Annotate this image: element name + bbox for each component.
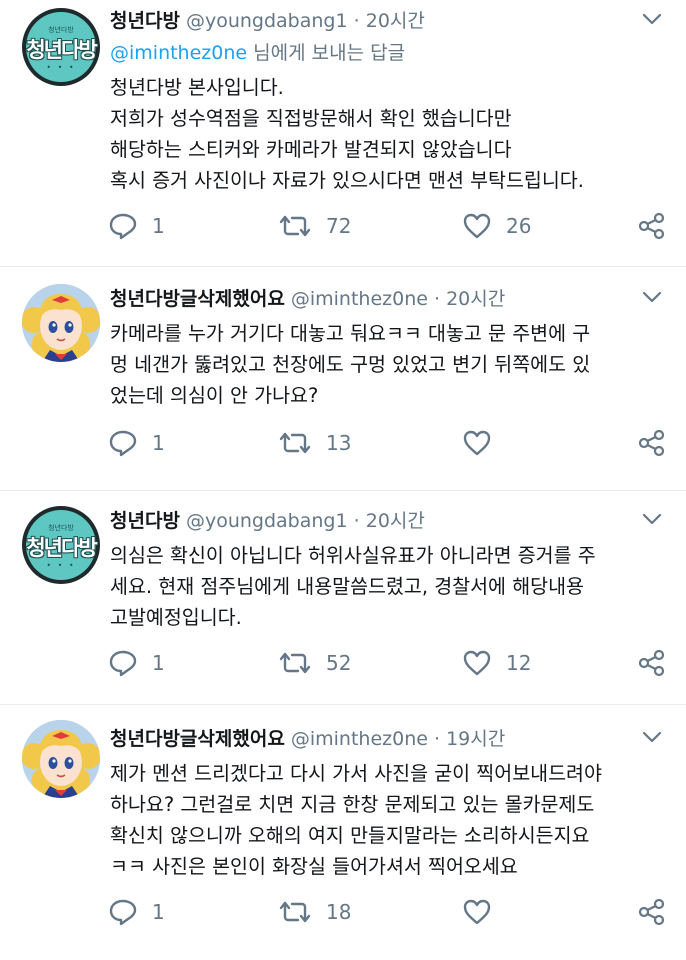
like-button[interactable] — [462, 897, 506, 927]
tweet: 청년다방 청년다방 • • • 청년다방 @youngdabang1 · 20시… — [0, 0, 686, 262]
tweet-header: 청년다방글삭제했어요 @iminthez0ne · 20시간 — [110, 284, 670, 314]
share-button[interactable] — [638, 897, 666, 927]
share-button[interactable] — [638, 211, 666, 241]
retweet-icon — [279, 901, 311, 923]
chevron-down-icon[interactable] — [642, 290, 662, 304]
retweet-button[interactable]: 18 — [278, 897, 351, 927]
like-button[interactable]: 12 — [462, 648, 531, 678]
avatar-inner: 청년다방 청년다방 • • • — [26, 12, 98, 82]
cafe-logo-avatar[interactable]: 청년다방 청년다방 • • • — [22, 8, 100, 86]
display-name[interactable]: 청년다방 — [110, 510, 180, 532]
retweet-count: 72 — [326, 214, 352, 238]
tweet-time[interactable]: 20시간 — [366, 510, 425, 532]
separator-dot: · — [434, 728, 441, 750]
tweet-time[interactable]: 20시간 — [446, 288, 505, 310]
user-handle[interactable]: @iminthez0ne — [291, 728, 428, 750]
cafe-logo-avatar[interactable]: 청년다방 청년다방 • • • — [22, 506, 100, 584]
chevron-down-icon[interactable] — [642, 730, 662, 744]
reply-to-mention[interactable]: @iminthez0ne — [110, 42, 247, 64]
tweet-actions: 1 18 — [108, 897, 670, 927]
avatar-logo-text: 청년다방 — [26, 38, 97, 62]
reply-count: 1 — [152, 214, 165, 238]
chevron-down-icon[interactable] — [642, 12, 662, 26]
reply-icon — [109, 650, 137, 677]
user-handle[interactable]: @iminthez0ne — [291, 288, 428, 310]
share-button[interactable] — [638, 428, 666, 458]
tweet: 청년다방글삭제했어요 @iminthez0ne · 20시간 카메라를 누가 거… — [0, 276, 686, 486]
avatar-dots: • • • — [46, 561, 76, 570]
share-icon — [638, 898, 665, 926]
tweet-actions: 1 52 12 — [108, 648, 670, 678]
reply-count: 1 — [152, 651, 165, 675]
like-icon — [463, 650, 491, 676]
like-icon — [463, 213, 491, 239]
reply-button[interactable]: 1 — [108, 648, 165, 678]
display-name[interactable]: 청년다방글삭제했어요 — [110, 288, 285, 310]
tweet-header: 청년다방 @youngdabang1 · 20시간 — [110, 6, 670, 36]
separator-dot: · — [353, 10, 360, 32]
share-icon — [638, 212, 665, 240]
like-count: 26 — [506, 214, 532, 238]
replying-to: @iminthez0ne 님에게 보내는 답글 — [110, 38, 405, 68]
like-count: 12 — [506, 651, 532, 675]
tweet-divider — [0, 704, 686, 705]
tweet-actions: 1 72 26 — [108, 211, 670, 241]
sailor-moon-icon — [22, 720, 100, 798]
retweet-button[interactable]: 52 — [278, 648, 351, 678]
tweet-time[interactable]: 20시간 — [366, 10, 425, 32]
tweet-time[interactable]: 19시간 — [446, 728, 505, 750]
reply-button[interactable]: 1 — [108, 428, 165, 458]
sailor-moon-avatar[interactable] — [22, 284, 100, 362]
user-handle[interactable]: @youngdabang1 — [186, 10, 348, 32]
share-icon — [638, 429, 665, 457]
avatar-inner: 청년다방 청년다방 • • • — [26, 510, 98, 580]
chevron-down-icon[interactable] — [642, 512, 662, 526]
retweet-button[interactable]: 72 — [278, 211, 351, 241]
reply-icon — [109, 213, 137, 240]
share-button[interactable] — [638, 648, 666, 678]
tweet-body: 의심은 확신이 아닙니다 허위사실유표가 아니라면 증거를 주 세요. 현재 점… — [110, 544, 596, 629]
like-button[interactable]: 26 — [462, 211, 531, 241]
separator-dot: · — [434, 288, 441, 310]
display-name[interactable]: 청년다방 — [110, 10, 180, 32]
tweet-body: 카메라를 누가 거기다 대놓고 둬요ㅋㅋ 대놓고 문 주변에 구 멍 네갠가 뚫… — [110, 322, 591, 407]
reply-count: 1 — [152, 431, 165, 455]
tweet-body: 청년다방 본사입니다. 저희가 성수역점을 직접방문해서 확인 했습니다만 해당… — [110, 76, 584, 192]
retweet-count: 18 — [326, 900, 352, 924]
sailor-moon-avatar[interactable] — [22, 720, 100, 798]
reply-icon — [109, 899, 137, 926]
tweet-divider — [0, 490, 686, 491]
retweet-count: 52 — [326, 651, 352, 675]
retweet-icon — [279, 432, 311, 454]
reply-to-suffix: 님에게 보내는 답글 — [253, 42, 406, 64]
reply-icon — [109, 430, 137, 457]
tweet-header: 청년다방 @youngdabang1 · 20시간 — [110, 506, 670, 536]
retweet-icon — [279, 215, 311, 237]
tweet-header: 청년다방글삭제했어요 @iminthez0ne · 19시간 — [110, 724, 670, 754]
user-handle[interactable]: @youngdabang1 — [186, 510, 348, 532]
sailor-moon-icon — [22, 284, 100, 362]
separator-dot: · — [353, 510, 360, 532]
retweet-count: 13 — [326, 431, 352, 455]
retweet-button[interactable]: 13 — [278, 428, 351, 458]
reply-button[interactable]: 1 — [108, 211, 165, 241]
like-button[interactable] — [462, 428, 506, 458]
tweet-divider — [0, 266, 686, 267]
reply-count: 1 — [152, 900, 165, 924]
avatar-dots: • • • — [46, 63, 76, 72]
avatar-logo-text: 청년다방 — [26, 536, 97, 560]
display-name[interactable]: 청년다방글삭제했어요 — [110, 728, 285, 750]
tweet-body: 제가 멘션 드리겠다고 다시 가서 사진을 굳이 찍어보내드려야 하나요? 그런… — [110, 762, 602, 878]
like-icon — [463, 430, 491, 456]
tweet-actions: 1 13 — [108, 428, 670, 458]
tweet: 청년다방 청년다방 • • • 청년다방 @youngdabang1 · 20시… — [0, 500, 686, 700]
tweet: 청년다방글삭제했어요 @iminthez0ne · 19시간 제가 멘션 드리겠… — [0, 714, 686, 960]
retweet-icon — [279, 652, 311, 674]
like-icon — [463, 899, 491, 925]
reply-button[interactable]: 1 — [108, 897, 165, 927]
share-icon — [638, 649, 665, 677]
